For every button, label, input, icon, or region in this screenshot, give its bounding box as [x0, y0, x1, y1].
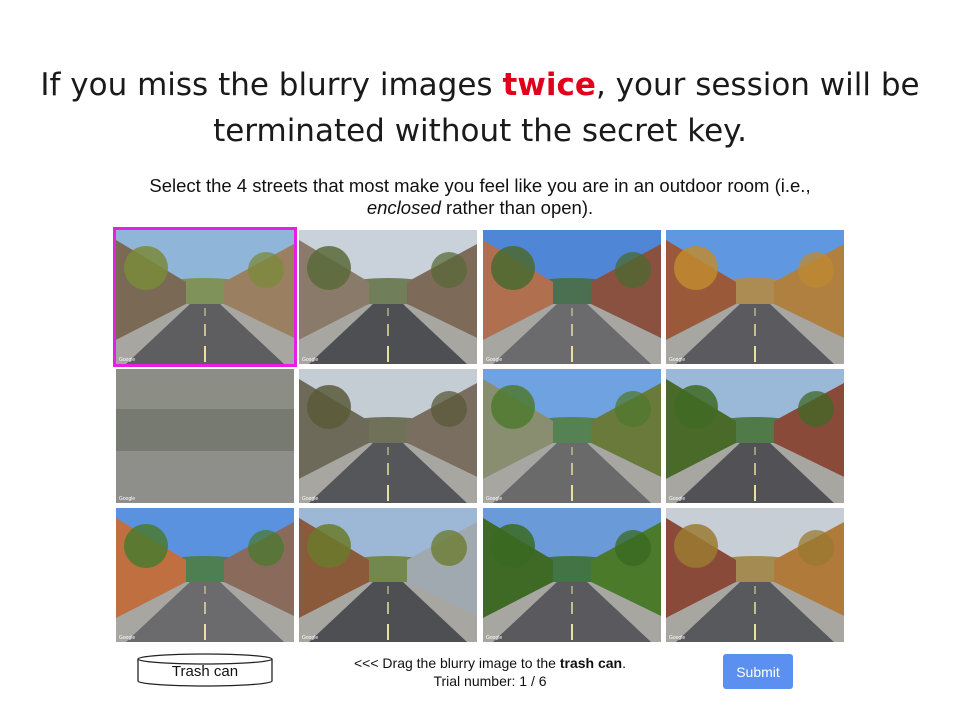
street-photo-icon: Google	[482, 508, 661, 642]
street-image-3[interactable]: Google	[482, 230, 661, 364]
trial-number: Trial number: 1 / 6	[433, 673, 547, 689]
street-photo-icon: Google	[482, 230, 661, 364]
street-image-2[interactable]: Google	[299, 230, 478, 364]
instruction-text-1: Select the 4 streets that most make you …	[149, 175, 811, 196]
street-photo-icon: Google	[482, 369, 661, 503]
svg-text:Google: Google	[119, 496, 135, 502]
svg-text:Google: Google	[486, 635, 502, 641]
street-image-1[interactable]: Google	[113, 227, 297, 367]
headline-emphasis: twice	[502, 67, 596, 103]
street-photo-icon: Google	[116, 508, 294, 642]
drag-text: <<< Drag the blurry image to the	[354, 655, 560, 671]
street-photo-icon: Google	[299, 508, 478, 642]
street-photo-icon: Google	[116, 230, 294, 364]
svg-text:Google: Google	[669, 635, 685, 641]
warning-headline: If you miss the blurry images twice, you…	[0, 62, 960, 154]
street-image-4[interactable]: Google	[665, 230, 844, 364]
instruction-text-2: rather than open).	[440, 197, 594, 218]
footer-instructions: <<< Drag the blurry image to the trash c…	[300, 654, 680, 690]
street-image-11[interactable]: Google	[482, 508, 661, 642]
task-instruction: Select the 4 streets that most make you …	[110, 175, 850, 219]
street-image-10[interactable]: Google	[299, 508, 478, 642]
street-image-5[interactable]: Google	[116, 369, 294, 503]
street-image-9[interactable]: Google	[116, 508, 294, 642]
street-image-grid: Google Google Google Google Google Google Goog…	[113, 227, 844, 642]
svg-text:Google: Google	[669, 496, 685, 502]
street-image-12[interactable]: Google	[665, 508, 844, 642]
instruction-italic: enclosed	[366, 197, 441, 218]
svg-text:Google: Google	[486, 357, 502, 363]
street-image-7[interactable]: Google	[482, 369, 661, 503]
svg-text:Google: Google	[302, 635, 318, 641]
trash-can[interactable]: Trash can	[137, 653, 273, 687]
street-photo-icon: Google	[299, 230, 478, 364]
trash-can-label: Trash can	[171, 663, 239, 680]
street-photo-icon: Google	[665, 230, 844, 364]
street-photo-icon: Google	[665, 508, 844, 642]
street-photo-icon: Google	[665, 369, 844, 503]
svg-text:Google: Google	[119, 357, 135, 363]
street-image-6[interactable]: Google	[299, 369, 478, 503]
svg-text:Google: Google	[669, 357, 685, 363]
headline-text-1: If you miss the blurry images	[40, 67, 503, 103]
submit-button[interactable]: Submit	[723, 654, 793, 689]
blurry-image-icon: Google	[116, 369, 294, 503]
drag-instruction: <<< Drag the blurry image to the trash c…	[300, 654, 680, 672]
street-photo-icon: Google	[299, 369, 478, 503]
svg-text:Google: Google	[302, 496, 318, 502]
svg-text:Google: Google	[302, 357, 318, 363]
drag-bold: trash can	[559, 655, 623, 671]
svg-text:Google: Google	[119, 635, 135, 641]
drag-suffix: .	[622, 655, 626, 671]
street-image-8[interactable]: Google	[665, 369, 844, 503]
svg-text:Google: Google	[486, 496, 502, 502]
